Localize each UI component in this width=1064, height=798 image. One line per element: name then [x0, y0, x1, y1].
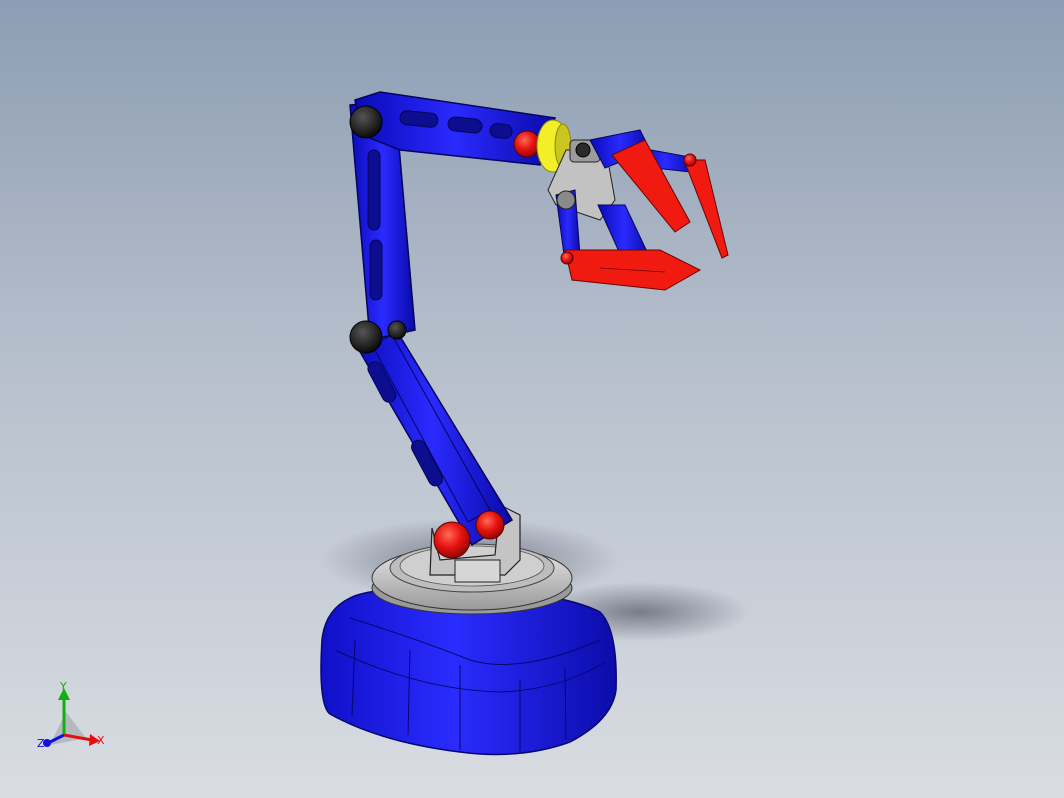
base-joint-red-front[interactable] — [433, 521, 471, 559]
elbow-pin-right[interactable] — [387, 320, 407, 340]
cad-viewport[interactable]: Y X Z — [0, 0, 1064, 798]
gripper-pin-2 — [683, 153, 697, 167]
gripper-pin-3 — [556, 190, 576, 210]
finger-upper-right[interactable] — [683, 159, 729, 259]
triad-x-label: X — [97, 734, 105, 747]
gripper-pin-4 — [560, 251, 574, 265]
coordinate-triad: Y X Z — [37, 680, 105, 750]
shoulder-joint-black[interactable] — [349, 320, 383, 354]
gripper-pin-1 — [575, 142, 591, 158]
triad-y-label: Y — [59, 680, 67, 693]
robot-arm-model[interactable]: Y X Z — [0, 0, 1064, 798]
triad-z-label: Z — [37, 737, 45, 750]
wrist-joint-red[interactable] — [513, 130, 541, 158]
gripper-assembly[interactable] — [547, 129, 729, 291]
elbow-joint-black[interactable] — [349, 105, 383, 139]
base-joint-red-back[interactable] — [475, 510, 505, 540]
